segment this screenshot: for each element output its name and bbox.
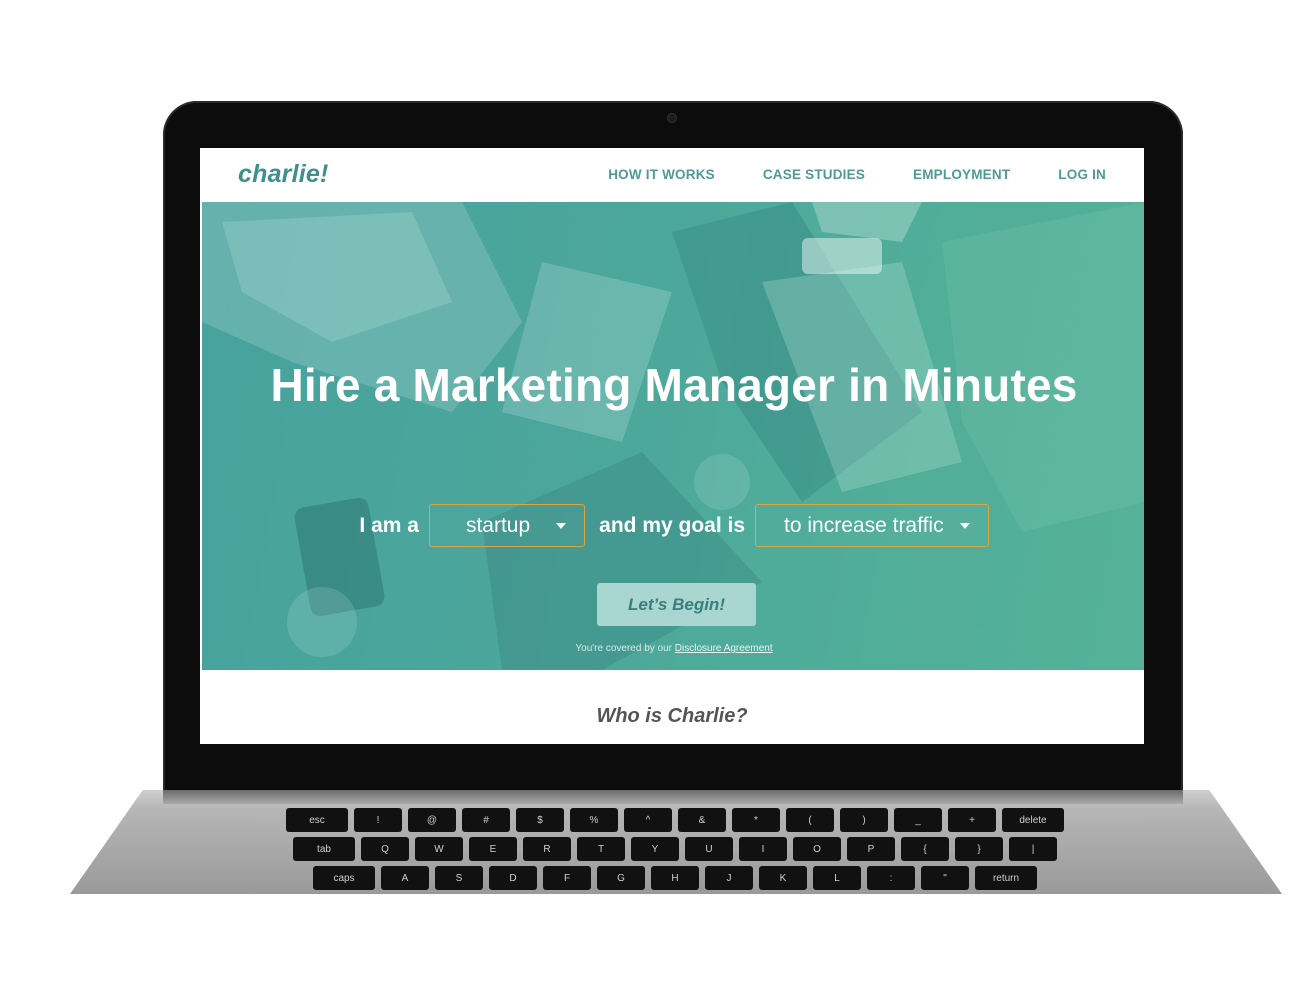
goal-select-value: to increase traffic — [784, 513, 944, 537]
keyboard-key: # — [462, 808, 510, 832]
keyboard-key: ^ — [624, 808, 672, 832]
keyboard-key: + — [948, 808, 996, 832]
keyboard-key: G — [597, 866, 645, 890]
keyboard-key: } — [955, 837, 1003, 861]
goal-select[interactable]: to increase traffic — [755, 504, 989, 547]
site-header: charlie! HOW IT WORKS CASE STUDIES EMPLO… — [200, 148, 1144, 201]
site-logo[interactable]: charlie! — [238, 160, 329, 189]
keyboard-key: Q — [361, 837, 409, 861]
keyboard-key: ( — [786, 808, 834, 832]
keyboard-row: caps A S D F G H J K L: " return — [170, 866, 1180, 890]
main-nav: HOW IT WORKS CASE STUDIES EMPLOYMENT LOG… — [608, 167, 1106, 182]
keyboard-key: H — [651, 866, 699, 890]
keyboard-key: Y — [631, 837, 679, 861]
role-select-value: startup — [465, 513, 531, 537]
chevron-down-icon — [556, 522, 567, 529]
keyboard-key: K — [759, 866, 807, 890]
keyboard-key: ) — [840, 808, 888, 832]
form-prefix: I am a — [359, 513, 419, 537]
keyboard-key: @ — [408, 808, 456, 832]
hero-section: Hire a Marketing Manager in Minutes I am… — [202, 202, 1144, 670]
keyboard-key: * — [732, 808, 780, 832]
laptop-hinge — [163, 790, 1183, 804]
keyboard-key: $ — [516, 808, 564, 832]
keyboard-key: I — [739, 837, 787, 861]
keyboard-key: L — [813, 866, 861, 890]
disclosure-text: You're covered by our — [575, 643, 675, 654]
keyboard-row: tab Q W E R T Y U I O P{} | — [170, 837, 1180, 861]
form-middle: and my goal is — [599, 513, 746, 537]
keyboard-key: : — [867, 866, 915, 890]
disclosure-link[interactable]: Disclosure Agreement — [675, 643, 773, 654]
keyboard-key: S — [435, 866, 483, 890]
hero-title: Hire a Marketing Manager in Minutes — [270, 359, 1078, 411]
keyboard-key: tab — [293, 837, 355, 861]
keyboard-key: esc — [286, 808, 348, 832]
keyboard-row: esc! @ # $% ^ & *() _ + delete — [170, 808, 1180, 832]
laptop-keyboard: esc! @ # $% ^ & *() _ + delete tab Q W E R T Y U I O P{} | c… — [170, 808, 1180, 894]
keyboard-key: " — [921, 866, 969, 890]
keyboard-key: D — [489, 866, 537, 890]
nav-how-it-works[interactable]: HOW IT WORKS — [608, 167, 715, 182]
laptop-screen: charlie! HOW IT WORKS CASE STUDIES EMPLO… — [200, 148, 1144, 744]
keyboard-key: F — [543, 866, 591, 890]
hero-form: I am a startup and my goal is to increas… — [202, 504, 1144, 547]
keyboard-key: P — [847, 837, 895, 861]
nav-log-in[interactable]: LOG IN — [1058, 167, 1106, 182]
keyboard-key: ! — [354, 808, 402, 832]
keyboard-key: R — [523, 837, 571, 861]
keyboard-key: return — [975, 866, 1037, 890]
nav-employment[interactable]: EMPLOYMENT — [913, 167, 1010, 182]
who-is-charlie-heading: Who is Charlie? — [596, 705, 748, 727]
chevron-down-icon — [959, 522, 970, 529]
keyboard-key: J — [705, 866, 753, 890]
disclosure-note: You're covered by our Disclosure Agreeme… — [202, 643, 1144, 654]
keyboard-key: caps — [313, 866, 375, 890]
keyboard-key: T — [577, 837, 625, 861]
keyboard-key: delete — [1002, 808, 1064, 832]
keyboard-key: O — [793, 837, 841, 861]
keyboard-key: _ — [894, 808, 942, 832]
keyboard-key: U — [685, 837, 733, 861]
lets-begin-button[interactable]: Let’s Begin! — [597, 583, 756, 626]
keyboard-key: E — [469, 837, 517, 861]
keyboard-key: | — [1009, 837, 1057, 861]
keyboard-key: { — [901, 837, 949, 861]
keyboard-key: A — [381, 866, 429, 890]
role-select[interactable]: startup — [428, 504, 586, 547]
nav-case-studies[interactable]: CASE STUDIES — [763, 167, 865, 182]
keyboard-key: W — [415, 837, 463, 861]
keyboard-key: & — [678, 808, 726, 832]
webcam-icon — [668, 114, 676, 122]
keyboard-key: % — [570, 808, 618, 832]
